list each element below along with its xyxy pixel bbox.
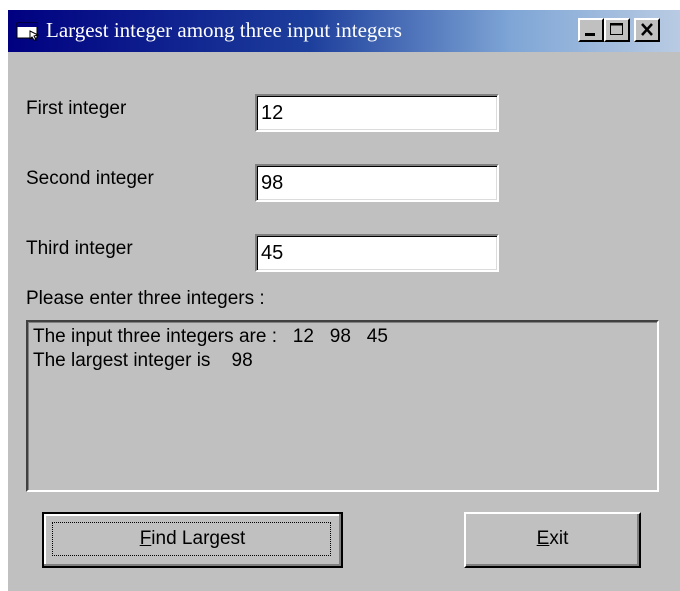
third-integer-label: Third integer [26,238,133,259]
app-window: Largest integer among three input intege… [8,10,680,591]
result-output-box[interactable]: The input three integers are : 12 98 45 T… [26,320,659,492]
third-integer-input[interactable]: 45 [255,234,499,272]
exit-button[interactable]: Exit [464,512,641,568]
maximize-icon [610,23,623,35]
second-integer-input[interactable]: 98 [255,164,499,202]
first-integer-label: First integer [26,98,127,119]
exit-button-label: Exit [536,528,569,549]
result-line-largest: The largest integer is 98 [33,350,253,371]
first-integer-input[interactable]: 12 [255,94,499,132]
title-bar[interactable]: Largest integer among three input intege… [8,10,680,52]
close-icon [641,23,653,36]
result-line-inputs: The input three integers are : 12 98 45 [33,326,388,347]
prompt-label: Please enter three integers : [26,288,265,309]
minimize-button[interactable] [578,18,604,42]
second-integer-label: Second integer [26,168,154,189]
window-title: Largest integer among three input intege… [46,18,402,42]
minimize-icon [585,33,595,36]
close-button[interactable] [634,18,660,42]
find-largest-button-label: Find Largest [139,528,246,549]
find-largest-button[interactable]: Find Largest [42,512,343,568]
maximize-button[interactable] [604,18,630,42]
app-window-icon[interactable] [16,21,42,41]
